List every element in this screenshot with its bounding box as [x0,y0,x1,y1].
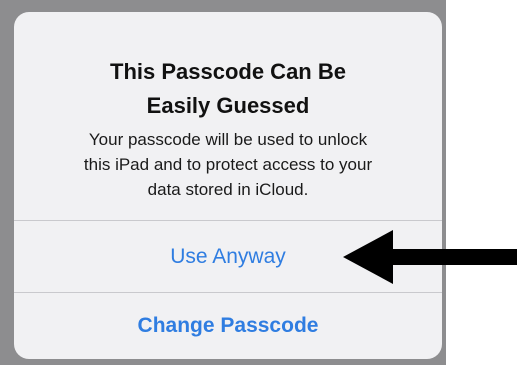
alert-title-line-1: This Passcode Can Be [110,59,346,84]
alert-title: This Passcode Can Be Easily Guessed [14,55,442,123]
change-passcode-button[interactable]: Change Passcode [14,293,442,359]
alert-message-line-1: Your passcode will be used to unlock [88,130,368,149]
alert-title-line-2: Easily Guessed [146,93,310,118]
alert-message: Your passcode will be used to unlock thi… [14,127,442,202]
alert-message-line-3: data stored in iCloud. [147,180,309,199]
arrow-left-icon [343,230,517,284]
alert-message-line-2: this iPad and to protect access to your [83,155,373,174]
passcode-alert-dialog: This Passcode Can Be Easily Guessed Your… [14,12,442,359]
